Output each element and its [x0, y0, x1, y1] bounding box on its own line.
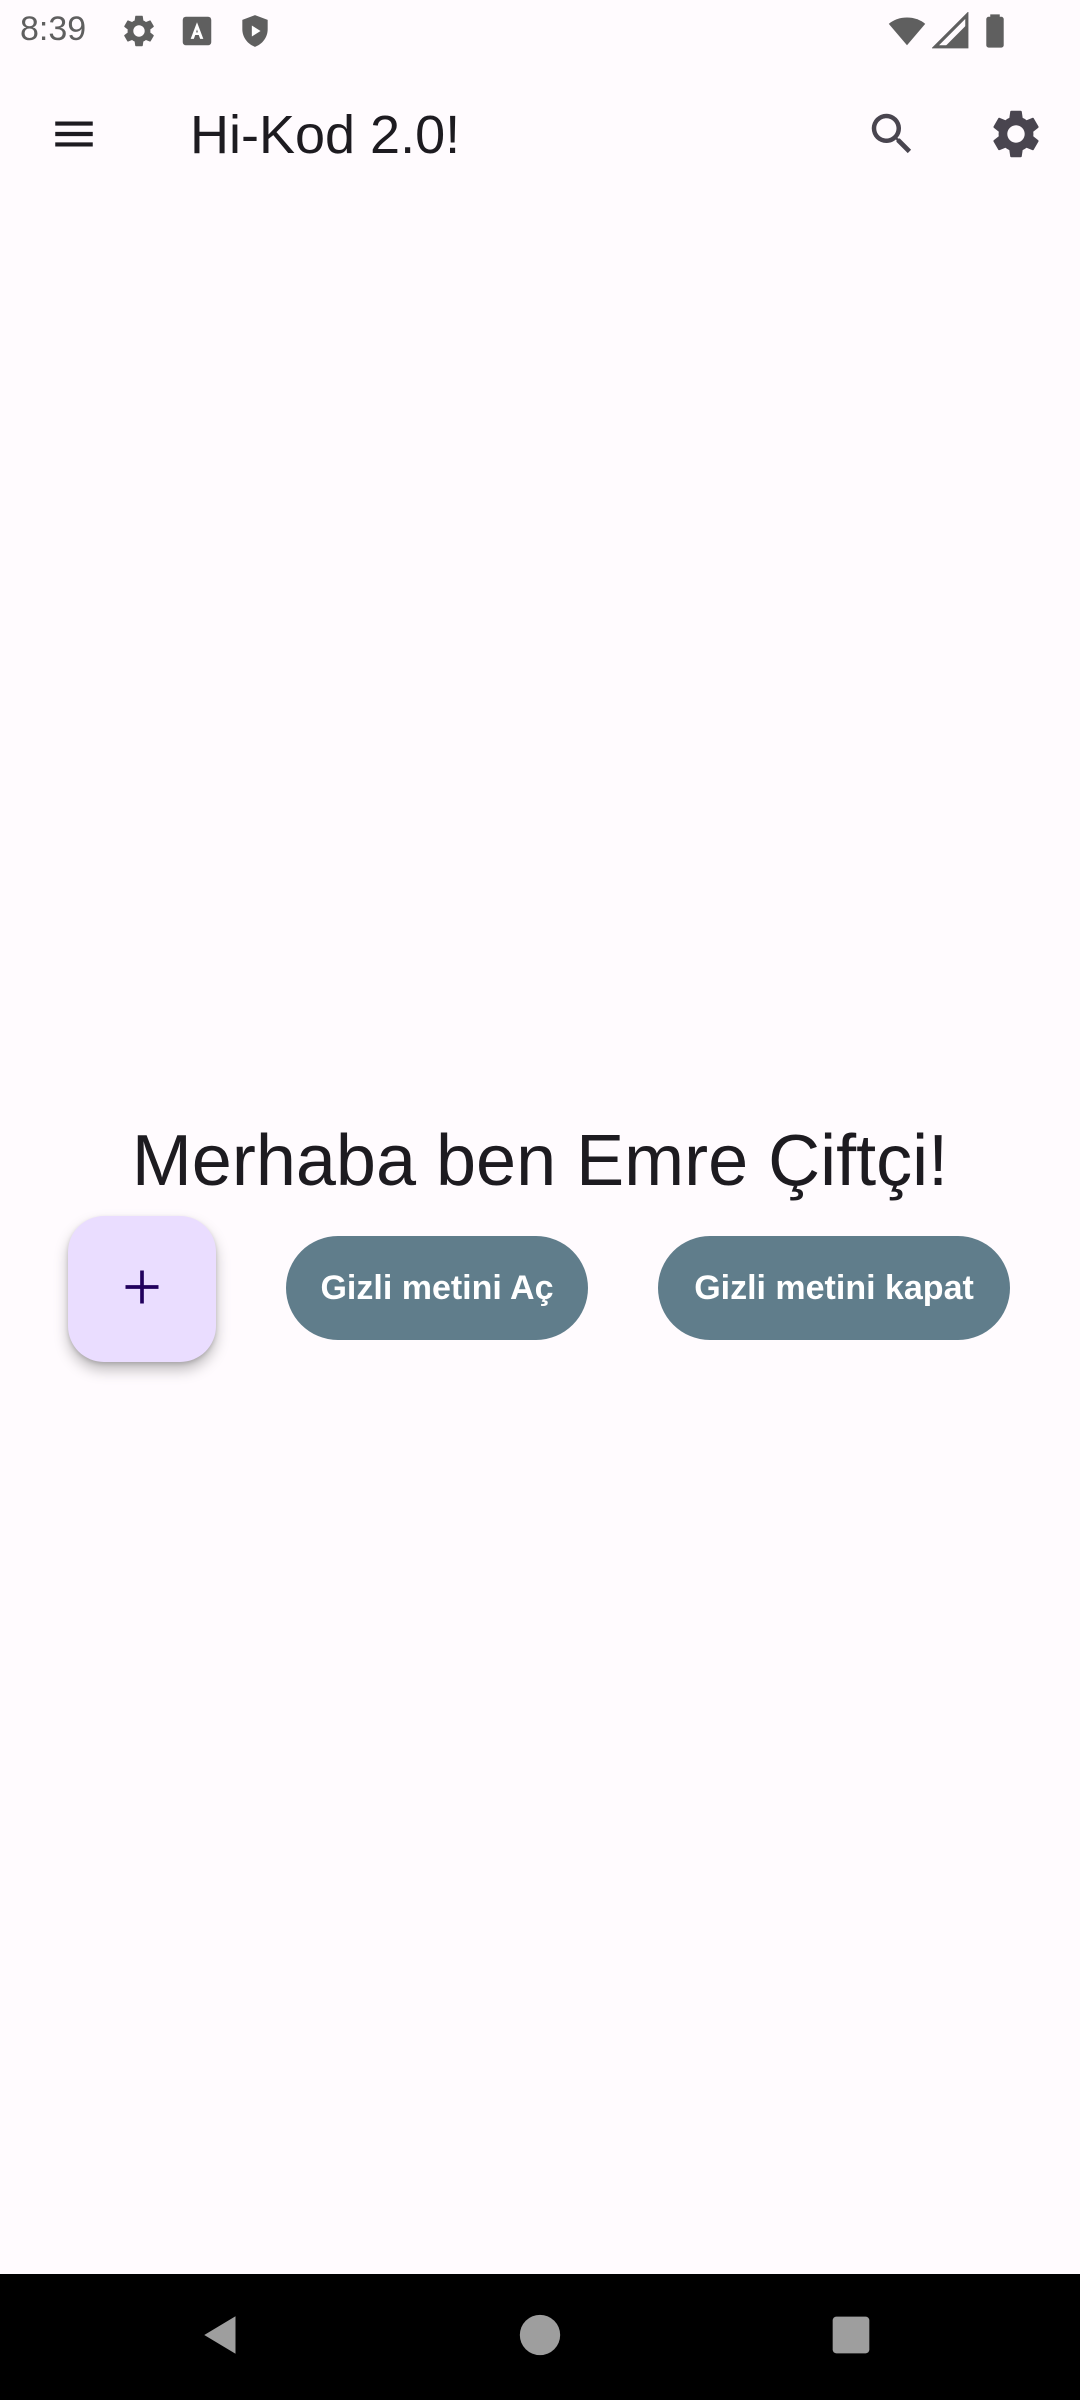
hamburger-menu-icon — [49, 109, 99, 164]
back-button[interactable] — [190, 2304, 256, 2370]
home-icon — [518, 2313, 562, 2362]
hide-hidden-text-button[interactable]: Gizli metini kapat — [658, 1236, 1010, 1340]
system-navigation-bar — [0, 2274, 1080, 2400]
app-screen: 8:39 Hi-Kod 2.0! Merhaba ben Emre Çiftçi… — [0, 0, 1080, 2400]
gear-icon — [120, 12, 158, 50]
settings-button[interactable] — [980, 100, 1052, 172]
gear-icon — [987, 105, 1045, 168]
top-app-bar: Hi-Kod 2.0! — [0, 62, 1080, 210]
recents-icon — [829, 2313, 873, 2362]
back-icon — [198, 2310, 248, 2365]
battery-icon — [976, 12, 1014, 50]
show-hidden-text-button[interactable]: Gizli metini Aç — [286, 1236, 588, 1340]
add-fab-button[interactable] — [68, 1216, 216, 1362]
wifi-icon — [888, 12, 926, 50]
menu-button[interactable] — [40, 102, 108, 170]
signal-icon — [931, 11, 970, 50]
search-icon — [865, 107, 919, 166]
app-title: Hi-Kod 2.0! — [190, 105, 461, 165]
recents-button[interactable] — [818, 2304, 884, 2370]
home-button[interactable] — [507, 2304, 573, 2370]
search-button[interactable] — [856, 100, 928, 172]
plus-icon — [120, 1265, 164, 1314]
shield-play-icon — [236, 12, 274, 50]
status-bar: 8:39 — [0, 0, 1080, 62]
greeting-text: Merhaba ben Emre Çiftçi! — [131, 1121, 949, 1201]
text-a-icon — [178, 12, 216, 50]
status-time: 8:39 — [20, 10, 87, 48]
